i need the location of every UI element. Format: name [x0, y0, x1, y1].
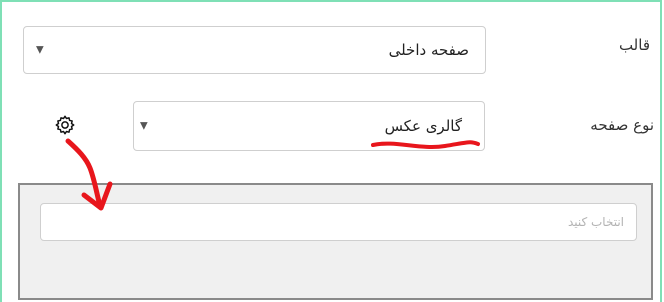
- caret-down-icon: ▼: [140, 120, 148, 132]
- image-picker-input[interactable]: [40, 203, 637, 241]
- page-type-select[interactable]: گالری عکس ▼: [133, 101, 485, 151]
- page-type-selected-value: گالری عکس: [384, 117, 462, 135]
- template-label: قالب: [618, 36, 650, 54]
- gear-icon[interactable]: [54, 114, 76, 136]
- template-selected-value: صفحه داخلی: [388, 41, 469, 59]
- caret-down-icon: ▼: [36, 44, 44, 56]
- image-picker-panel: [18, 183, 653, 300]
- page-type-label: نوع صفحه: [590, 116, 654, 134]
- template-select[interactable]: صفحه داخلی ▼: [23, 26, 486, 74]
